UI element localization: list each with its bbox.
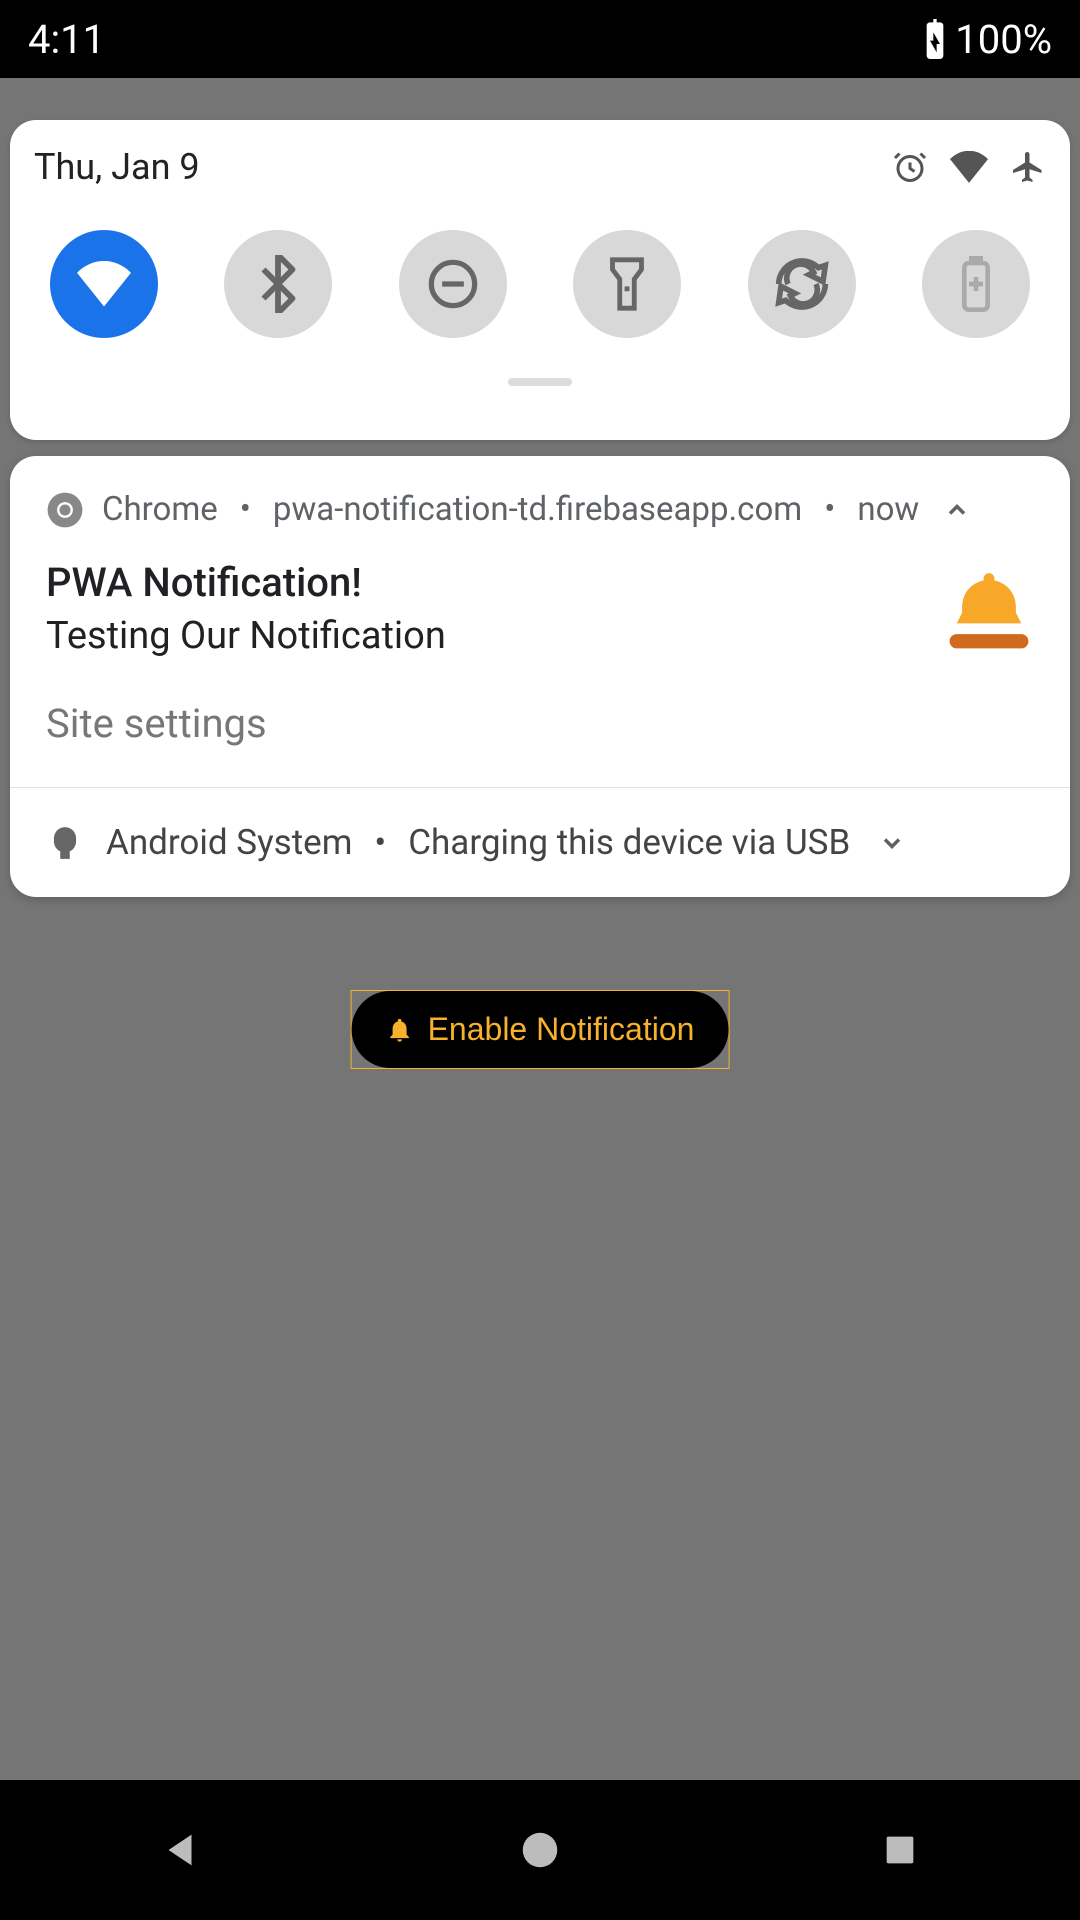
- notification-chrome[interactable]: Chrome • pwa-notification-td.firebaseapp…: [10, 456, 1070, 787]
- status-battery-pct: 100%: [955, 16, 1052, 63]
- sys-notif-summary: Charging this device via USB: [408, 822, 850, 863]
- status-bar: 4:11 100%: [0, 0, 1080, 78]
- qs-date: Thu, Jan 9: [34, 146, 200, 188]
- alarm-icon: [892, 149, 928, 185]
- notif-when: now: [857, 490, 919, 529]
- android-system-icon: [46, 824, 84, 862]
- qs-tile-battery-saver[interactable]: [922, 230, 1030, 338]
- chevron-up-icon[interactable]: [943, 496, 971, 524]
- notif-title: PWA Notification!: [46, 559, 944, 606]
- notif-action-site-settings[interactable]: Site settings: [46, 700, 1034, 747]
- chevron-down-icon[interactable]: [878, 829, 906, 857]
- sys-notif-app: Android System: [106, 822, 352, 863]
- qs-tile-dnd[interactable]: [399, 230, 507, 338]
- separator-icon: •: [824, 490, 835, 529]
- enable-notification-label: Enable Notification: [428, 1011, 695, 1048]
- quick-settings-panel[interactable]: Thu, Jan 9: [10, 120, 1070, 440]
- nav-home-button[interactable]: [430, 1827, 650, 1873]
- qs-tile-flashlight[interactable]: [573, 230, 681, 338]
- nav-back-button[interactable]: [70, 1827, 290, 1873]
- notif-origin: pwa-notification-td.firebaseapp.com: [273, 490, 802, 529]
- nav-recents-button[interactable]: [790, 1830, 1010, 1870]
- notif-message: Testing Our Notification: [46, 614, 944, 658]
- separator-icon: •: [374, 822, 386, 863]
- wifi-icon: [950, 151, 988, 183]
- airplane-mode-icon: [1010, 149, 1046, 185]
- qs-drag-handle[interactable]: [508, 378, 572, 386]
- battery-charging-icon: [923, 19, 947, 59]
- qs-tile-wifi[interactable]: [50, 230, 158, 338]
- status-time: 4:11: [28, 16, 105, 63]
- chrome-icon: [46, 491, 84, 529]
- notification-large-icon: [944, 569, 1034, 649]
- separator-icon: •: [240, 490, 251, 529]
- qs-tile-bluetooth[interactable]: [224, 230, 332, 338]
- notif-app-name: Chrome: [102, 490, 218, 529]
- notification-shade: Chrome • pwa-notification-td.firebaseapp…: [10, 456, 1070, 897]
- notification-android-system[interactable]: Android System • Charging this device vi…: [10, 787, 1070, 897]
- enable-notification-button[interactable]: Enable Notification: [352, 991, 729, 1068]
- bell-icon: [386, 1016, 414, 1044]
- navigation-bar: [0, 1780, 1080, 1920]
- qs-tile-autorotate[interactable]: [748, 230, 856, 338]
- enable-notification-focus-box: Enable Notification: [351, 990, 730, 1069]
